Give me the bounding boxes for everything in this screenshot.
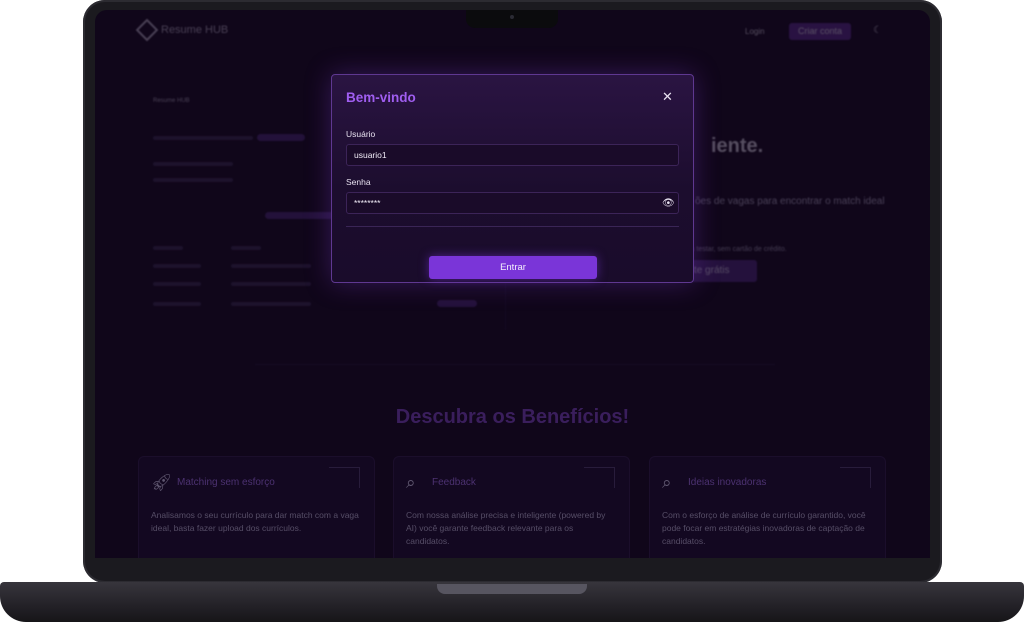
login-modal: Bem-vindo ✕ Usuário Senha 👁︎ Entrar: [331, 74, 694, 283]
laptop-hinge-slot: [437, 584, 587, 594]
screen: Resume HUB Login Criar conta ☾ Resume HU…: [95, 10, 930, 558]
modal-title: Bem-vindo: [346, 90, 416, 105]
eye-icon[interactable]: 👁︎: [662, 198, 675, 209]
username-input[interactable]: [346, 144, 679, 166]
login-submit-button[interactable]: Entrar: [429, 256, 597, 279]
modal-divider: [346, 226, 679, 227]
username-label: Usuário: [346, 129, 376, 139]
password-label: Senha: [346, 177, 371, 187]
close-icon[interactable]: ✕: [662, 89, 673, 105]
camera-icon: [510, 15, 514, 19]
camera-notch: [466, 10, 558, 28]
password-input[interactable]: [346, 192, 679, 214]
